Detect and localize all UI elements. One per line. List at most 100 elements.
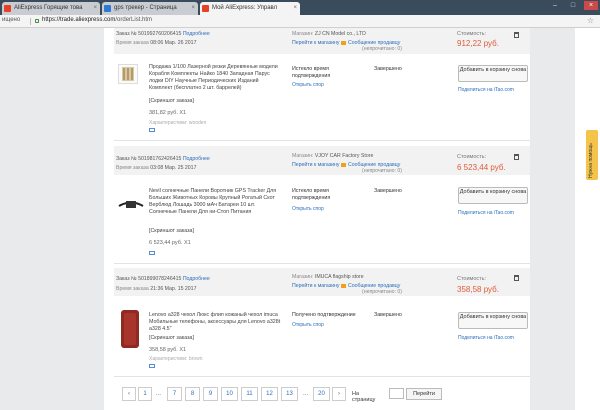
order-time-line: Время заказа 08:06 Мар. 26 2017 bbox=[116, 40, 197, 46]
open-dispute-link[interactable]: Открыть спор bbox=[292, 206, 324, 212]
tab-title: AliExpress Горящие това bbox=[14, 5, 83, 11]
close-window-icon[interactable]: × bbox=[584, 1, 598, 10]
add-to-cart-again-button[interactable]: Добавить в корзину снова bbox=[458, 312, 528, 329]
browser-tab-bar: AliExpress Горящие това × gps трекер - С… bbox=[0, 0, 600, 15]
share-itao-link[interactable]: Поделиться на iTao.com bbox=[458, 335, 514, 341]
lock-icon bbox=[35, 19, 39, 23]
order-status: Получено подтверждение bbox=[292, 312, 356, 318]
prev-page-button[interactable]: ‹ bbox=[122, 387, 136, 401]
page-10-button[interactable]: 10 bbox=[221, 387, 238, 401]
browser-tab-aliexpress-hot[interactable]: AliExpress Горящие това × bbox=[2, 2, 100, 15]
delete-trash-icon[interactable] bbox=[514, 32, 519, 38]
browser-tab-my-aliexpress[interactable]: Мой AliExpress: Управл × bbox=[200, 2, 300, 15]
add-to-cart-again-button[interactable]: Добавить в корзину снова bbox=[458, 187, 528, 204]
product-title-link[interactable]: Lenovo a328 чехол Люкс флип кожаный чехо… bbox=[149, 312, 281, 333]
order-list-page: Заказ № 501992760206415 Подробнее Время … bbox=[104, 28, 530, 410]
message-icon bbox=[340, 40, 346, 45]
window-controls: – □ × bbox=[548, 1, 598, 10]
order-screenshot-link[interactable]: [Скриншот заказа] bbox=[149, 228, 194, 234]
goto-page-label: На страницу bbox=[352, 391, 376, 403]
shop-line: Магазин: ZJ CN Model co., LTD bbox=[292, 31, 366, 37]
order-id-line: Заказ № 501899078246415 Подробнее bbox=[116, 276, 210, 282]
tab-close-icon[interactable]: × bbox=[191, 2, 195, 15]
product-characteristics: Характеристики: wooden bbox=[149, 120, 207, 126]
open-dispute-link[interactable]: Открыть спор bbox=[292, 322, 324, 328]
order-id-line: Заказ № 501992760206415 Подробнее bbox=[116, 31, 210, 37]
address-bar: ищено https://trade.aliexpress.com/order… bbox=[0, 15, 600, 28]
product-title-link[interactable]: Nevil солнечные Панели Воротник GPS Trac… bbox=[149, 188, 279, 216]
cost-label: Стоимость: bbox=[457, 276, 487, 282]
snapshot-icon[interactable] bbox=[149, 364, 155, 368]
page-11-button[interactable]: 11 bbox=[241, 387, 258, 401]
product-characteristics: Характеристики: brown bbox=[149, 356, 203, 362]
page-12-button[interactable]: 12 bbox=[261, 387, 278, 401]
product-price: 6 523,44 руб. X1 bbox=[149, 240, 191, 246]
order-cost: 912,22 руб. bbox=[457, 39, 499, 48]
page-7-button[interactable]: 7 bbox=[167, 387, 182, 401]
go-to-store-link[interactable]: Перейти к магазину bbox=[292, 162, 340, 168]
tab-title: gps трекер - Страница bbox=[114, 5, 177, 11]
snapshot-icon[interactable] bbox=[149, 251, 155, 255]
share-itao-link[interactable]: Поделиться на iTao.com bbox=[458, 210, 514, 216]
unread-count: (непрочитано: 0) bbox=[362, 168, 402, 174]
page-13-button[interactable]: 13 bbox=[281, 387, 298, 401]
order-details-link[interactable]: Подробнее bbox=[183, 276, 210, 282]
help-feedback-tab[interactable]: Нужна помощь bbox=[586, 130, 598, 180]
tab-close-icon[interactable]: × bbox=[293, 2, 297, 15]
go-to-store-link[interactable]: Перейти к магазину bbox=[292, 40, 340, 46]
url-field[interactable]: https://trade.aliexpress.com/orderList.h… bbox=[42, 17, 152, 23]
add-to-cart-again-button[interactable]: Добавить в корзину снова bbox=[458, 65, 528, 82]
product-image[interactable] bbox=[118, 191, 144, 217]
order-id-line: Заказ № 501981762426415 Подробнее bbox=[116, 156, 210, 162]
delete-trash-icon[interactable] bbox=[514, 275, 519, 281]
divider bbox=[30, 18, 31, 25]
maximize-icon[interactable]: □ bbox=[566, 1, 580, 10]
product-image[interactable] bbox=[118, 64, 138, 84]
minimize-icon[interactable]: – bbox=[548, 1, 562, 10]
order-screenshot-link[interactable]: [Скриншот заказа] bbox=[149, 335, 194, 341]
shop-line: Магазин: IMUCA flagship store bbox=[292, 274, 364, 280]
order-cost: 358,58 руб. bbox=[457, 285, 499, 294]
goto-page-button[interactable]: Перейти bbox=[406, 388, 442, 400]
page-8-button[interactable]: 8 bbox=[185, 387, 200, 401]
bookmark-star-icon[interactable]: ☆ bbox=[587, 16, 594, 25]
tab-title: Мой AliExpress: Управл bbox=[212, 5, 278, 11]
page-20-button[interactable]: 20 bbox=[313, 387, 330, 401]
delete-trash-icon[interactable] bbox=[514, 154, 519, 160]
order-time-line: Время заказа 03:08 Мар. 25 2017 bbox=[116, 165, 197, 171]
page-9-button[interactable]: 9 bbox=[203, 387, 218, 401]
snapshot-icon[interactable] bbox=[149, 128, 155, 132]
product-title-link[interactable]: Продажа 1/100 Лазерной резки Деревянные … bbox=[149, 64, 281, 92]
next-page-button[interactable]: › bbox=[332, 387, 346, 401]
url-path: /orderList.htm bbox=[115, 17, 153, 23]
page-ellipsis: ... bbox=[156, 391, 162, 397]
divider bbox=[114, 140, 530, 141]
page-ellipsis: ... bbox=[303, 391, 309, 397]
message-icon bbox=[340, 162, 346, 167]
share-itao-link[interactable]: Поделиться на iTao.com bbox=[458, 87, 514, 93]
right-rail bbox=[575, 28, 600, 410]
aliexpress-favicon-icon bbox=[4, 5, 11, 12]
order-details-link[interactable]: Подробнее bbox=[183, 31, 210, 37]
go-to-store-link[interactable]: Перейти к магазину bbox=[292, 283, 340, 289]
nav-label: ищено bbox=[2, 17, 21, 23]
order-status: Истекло время подтверждения bbox=[292, 66, 331, 79]
divider bbox=[114, 376, 530, 377]
page-1-button[interactable]: 1 bbox=[138, 387, 152, 401]
divider bbox=[114, 263, 530, 264]
order-screenshot-link[interactable]: [Скриншот заказа] bbox=[149, 98, 194, 104]
order-status: Истекло время подтверждения bbox=[292, 188, 331, 201]
browser-tab-gps-tracker[interactable]: gps трекер - Страница × bbox=[102, 2, 198, 15]
product-price: 381,82 руб. X1 bbox=[149, 110, 187, 116]
goto-page-input[interactable] bbox=[389, 388, 404, 399]
open-dispute-link[interactable]: Открыть спор bbox=[292, 82, 324, 88]
cost-label: Стоимость: bbox=[457, 154, 487, 160]
order-details-link[interactable]: Подробнее bbox=[183, 156, 210, 162]
url-domain: https://trade.aliexpress.com bbox=[42, 17, 116, 23]
order-result: Завершено bbox=[374, 66, 402, 72]
tab-close-icon[interactable]: × bbox=[93, 2, 97, 15]
product-image[interactable] bbox=[118, 309, 142, 349]
order-time-line: Время заказа 21:36 Мар. 15 2017 bbox=[116, 286, 197, 292]
aliexpress-favicon-icon bbox=[202, 5, 209, 12]
help-feedback-label: Нужна помощь bbox=[588, 143, 594, 178]
